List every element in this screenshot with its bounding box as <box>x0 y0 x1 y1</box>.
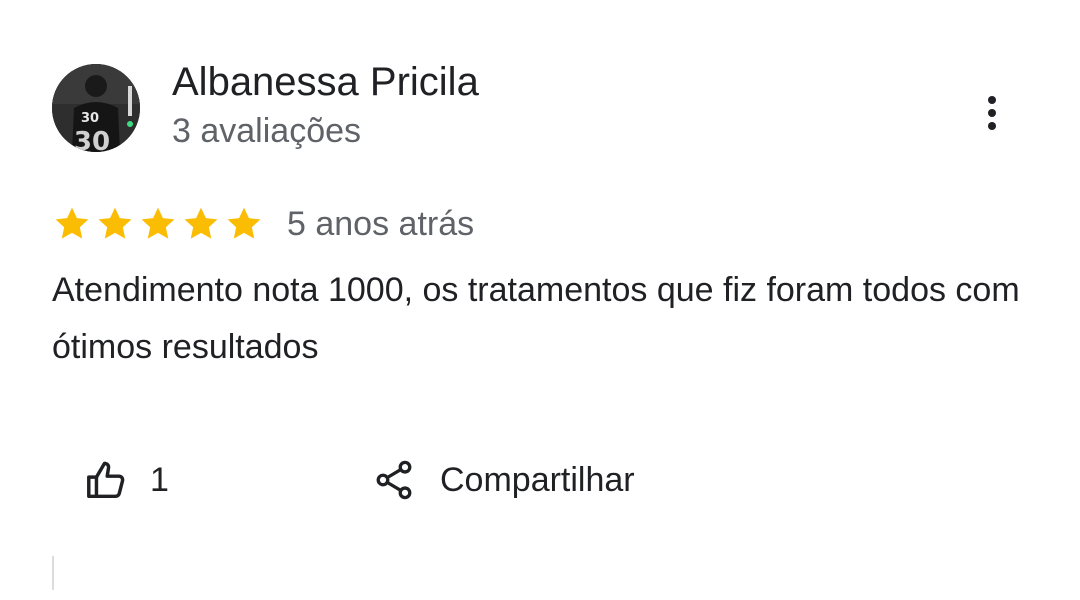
avatar-jersey-number-large: 30 <box>74 127 110 152</box>
review-date: 5 anos atrás <box>287 205 475 243</box>
share-button[interactable]: Compartilhar <box>372 452 635 508</box>
rating-row: 5 anos atrás <box>52 200 474 248</box>
review-card: 30 30 Albanessa Pricila 3 avaliações 5 a… <box>0 0 1080 600</box>
like-button[interactable]: 1 <box>84 452 169 508</box>
author-review-count: 3 avaliações <box>172 112 362 150</box>
divider <box>52 556 54 590</box>
more-vertical-icon <box>988 96 996 130</box>
author-name[interactable]: Albanessa Pricila <box>172 58 479 106</box>
share-label: Compartilhar <box>440 461 635 499</box>
star-icon <box>224 204 264 244</box>
more-options-button[interactable] <box>972 88 1012 138</box>
thumbs-up-icon <box>87 461 125 499</box>
review-text: Atendimento nota 1000, os tratamentos qu… <box>52 271 1020 366</box>
avatar-image: 30 30 <box>52 64 140 152</box>
star-icon <box>181 204 221 244</box>
avatar[interactable]: 30 30 <box>52 64 140 152</box>
star-icon <box>52 204 92 244</box>
like-count: 1 <box>150 461 169 499</box>
star-icon <box>138 204 178 244</box>
star-icon <box>95 204 135 244</box>
avatar-jersey-number: 30 <box>81 111 99 126</box>
share-icon <box>376 460 412 500</box>
